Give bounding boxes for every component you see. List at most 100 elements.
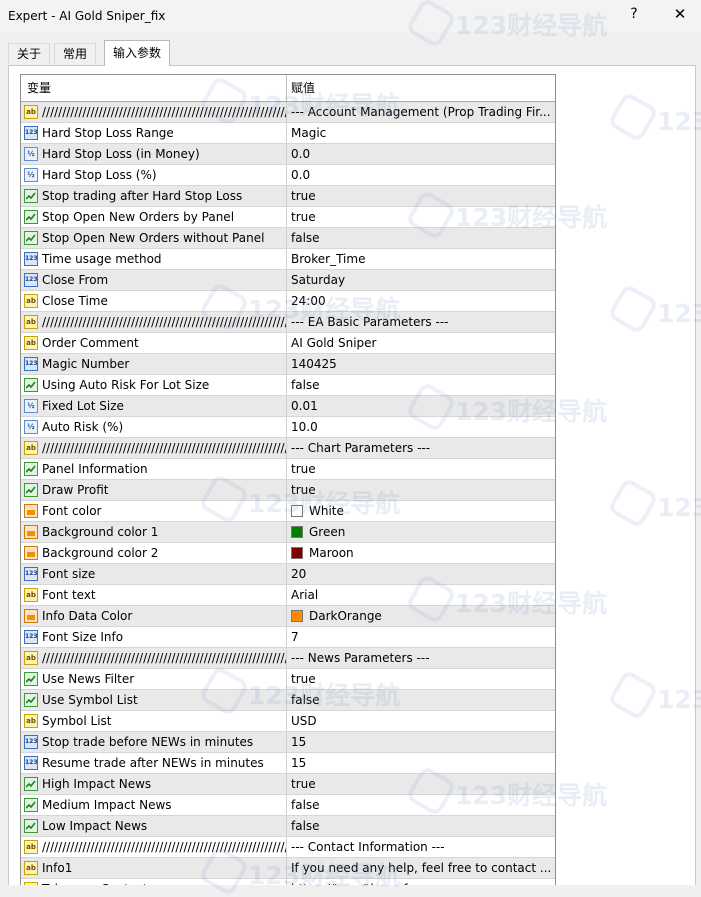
parameter-row[interactable]: 123 Stop trade before NEWs in minutes 15: [21, 732, 555, 753]
variable-cell[interactable]: Draw Profit: [21, 480, 287, 500]
value-cell[interactable]: true: [287, 459, 555, 479]
parameter-row[interactable]: Using Auto Risk For Lot Size false: [21, 375, 555, 396]
variable-cell[interactable]: ab //////////////////////////////////////…: [21, 312, 287, 332]
parameter-row[interactable]: Stop Open New Orders without Panel false: [21, 228, 555, 249]
parameter-row[interactable]: ½ Fixed Lot Size 0.01: [21, 396, 555, 417]
parameter-row[interactable]: ab Font text Arial: [21, 585, 555, 606]
variable-cell[interactable]: Use Symbol List: [21, 690, 287, 710]
value-cell[interactable]: false: [287, 795, 555, 815]
header-variable[interactable]: 变量: [27, 75, 51, 101]
value-cell[interactable]: 0.0: [287, 165, 555, 185]
variable-cell[interactable]: ½ Hard Stop Loss (in Money): [21, 144, 287, 164]
value-cell[interactable]: --- News Parameters ---: [287, 648, 555, 668]
parameter-row[interactable]: ab //////////////////////////////////////…: [21, 648, 555, 669]
variable-cell[interactable]: ½ Fixed Lot Size: [21, 396, 287, 416]
parameter-row[interactable]: Medium Impact News false: [21, 795, 555, 816]
value-cell[interactable]: 10.0: [287, 417, 555, 437]
value-cell[interactable]: 20: [287, 564, 555, 584]
parameter-row[interactable]: ½ Hard Stop Loss (%) 0.0: [21, 165, 555, 186]
variable-cell[interactable]: ab Symbol List: [21, 711, 287, 731]
variable-cell[interactable]: 123 Close From: [21, 270, 287, 290]
variable-cell[interactable]: Panel Information: [21, 459, 287, 479]
value-cell[interactable]: Green: [287, 522, 555, 542]
parameter-row[interactable]: 123 Font size 20: [21, 564, 555, 585]
parameter-row[interactable]: ½ Hard Stop Loss (in Money) 0.0: [21, 144, 555, 165]
variable-cell[interactable]: Background color 1: [21, 522, 287, 542]
variable-cell[interactable]: Stop Open New Orders by Panel: [21, 207, 287, 227]
parameter-row[interactable]: Panel Information true: [21, 459, 555, 480]
value-cell[interactable]: 24:00: [287, 291, 555, 311]
variable-cell[interactable]: 123 Stop trade before NEWs in minutes: [21, 732, 287, 752]
parameter-row[interactable]: Use Symbol List false: [21, 690, 555, 711]
variable-cell[interactable]: ½ Hard Stop Loss (%): [21, 165, 287, 185]
variable-cell[interactable]: ab //////////////////////////////////////…: [21, 648, 287, 668]
variable-cell[interactable]: 123 Hard Stop Loss Range: [21, 123, 287, 143]
variable-cell[interactable]: Info Data Color: [21, 606, 287, 626]
parameter-row[interactable]: Font color White: [21, 501, 555, 522]
parameter-row[interactable]: 123 Hard Stop Loss Range Magic: [21, 123, 555, 144]
parameter-row[interactable]: Background color 2 Maroon: [21, 543, 555, 564]
value-cell[interactable]: https://t.me/the_ref: [287, 879, 555, 885]
variable-cell[interactable]: ab Font text: [21, 585, 287, 605]
value-cell[interactable]: 15: [287, 753, 555, 773]
parameter-row[interactable]: ab Close Time 24:00: [21, 291, 555, 312]
value-cell[interactable]: false: [287, 816, 555, 836]
variable-cell[interactable]: Stop Open New Orders without Panel: [21, 228, 287, 248]
value-cell[interactable]: 0.01: [287, 396, 555, 416]
parameter-row[interactable]: Stop Open New Orders by Panel true: [21, 207, 555, 228]
parameter-row[interactable]: 123 Resume trade after NEWs in minutes 15: [21, 753, 555, 774]
value-cell[interactable]: 140425: [287, 354, 555, 374]
variable-cell[interactable]: Using Auto Risk For Lot Size: [21, 375, 287, 395]
value-cell[interactable]: Broker_Time: [287, 249, 555, 269]
header-separator[interactable]: [286, 75, 287, 101]
variable-cell[interactable]: ½ Auto Risk (%): [21, 417, 287, 437]
parameter-row[interactable]: ab //////////////////////////////////////…: [21, 312, 555, 333]
variable-cell[interactable]: abTelegram Contact: [21, 879, 287, 885]
tab-about[interactable]: 关于: [8, 43, 51, 64]
parameter-row[interactable]: 123 Close From Saturday: [21, 270, 555, 291]
variable-cell[interactable]: Low Impact News: [21, 816, 287, 836]
variable-cell[interactable]: 123 Magic Number: [21, 354, 287, 374]
parameter-row[interactable]: 123 Time usage method Broker_Time: [21, 249, 555, 270]
value-cell[interactable]: false: [287, 228, 555, 248]
value-cell[interactable]: true: [287, 774, 555, 794]
variable-cell[interactable]: ab Order Comment: [21, 333, 287, 353]
parameter-row[interactable]: Background color 1 Green: [21, 522, 555, 543]
variable-cell[interactable]: 123 Resume trade after NEWs in minutes: [21, 753, 287, 773]
header-value[interactable]: 赋值: [291, 75, 315, 101]
value-cell[interactable]: true: [287, 186, 555, 206]
variable-cell[interactable]: ab Info1: [21, 858, 287, 878]
help-button[interactable]: ?: [626, 6, 642, 22]
variable-cell[interactable]: Font color: [21, 501, 287, 521]
value-cell[interactable]: Arial: [287, 585, 555, 605]
value-cell[interactable]: true: [287, 207, 555, 227]
variable-cell[interactable]: Medium Impact News: [21, 795, 287, 815]
value-cell[interactable]: If you need any help, feel free to conta…: [287, 858, 555, 878]
parameter-row[interactable]: ab //////////////////////////////////////…: [21, 102, 555, 123]
value-cell[interactable]: AI Gold Sniper: [287, 333, 555, 353]
value-cell[interactable]: true: [287, 669, 555, 689]
value-cell[interactable]: Maroon: [287, 543, 555, 563]
parameter-row[interactable]: 123 Font Size Info 7: [21, 627, 555, 648]
value-cell[interactable]: 0.0: [287, 144, 555, 164]
parameter-row[interactable]: ab //////////////////////////////////////…: [21, 837, 555, 858]
variable-cell[interactable]: Stop trading after Hard Stop Loss: [21, 186, 287, 206]
value-cell[interactable]: false: [287, 690, 555, 710]
variable-cell[interactable]: ab //////////////////////////////////////…: [21, 438, 287, 458]
parameter-row[interactable]: Stop trading after Hard Stop Loss true: [21, 186, 555, 207]
parameter-row[interactable]: ab //////////////////////////////////////…: [21, 438, 555, 459]
variable-cell[interactable]: ab //////////////////////////////////////…: [21, 837, 287, 857]
parameter-row[interactable]: High Impact News true: [21, 774, 555, 795]
value-cell[interactable]: true: [287, 480, 555, 500]
variable-cell[interactable]: ab Close Time: [21, 291, 287, 311]
parameter-row[interactable]: 123 Magic Number 140425: [21, 354, 555, 375]
variable-cell[interactable]: High Impact News: [21, 774, 287, 794]
parameter-row[interactable]: Low Impact News false: [21, 816, 555, 837]
parameter-row[interactable]: abTelegram Contacthttps://t.me/the_ref: [21, 879, 555, 885]
parameter-row[interactable]: ½ Auto Risk (%) 10.0: [21, 417, 555, 438]
value-cell[interactable]: White: [287, 501, 555, 521]
parameter-row[interactable]: ab Info1 If you need any help, feel free t…: [21, 858, 555, 879]
variable-cell[interactable]: 123 Font size: [21, 564, 287, 584]
parameter-row[interactable]: Info Data Color DarkOrange: [21, 606, 555, 627]
tab-common[interactable]: 常用: [54, 43, 97, 64]
